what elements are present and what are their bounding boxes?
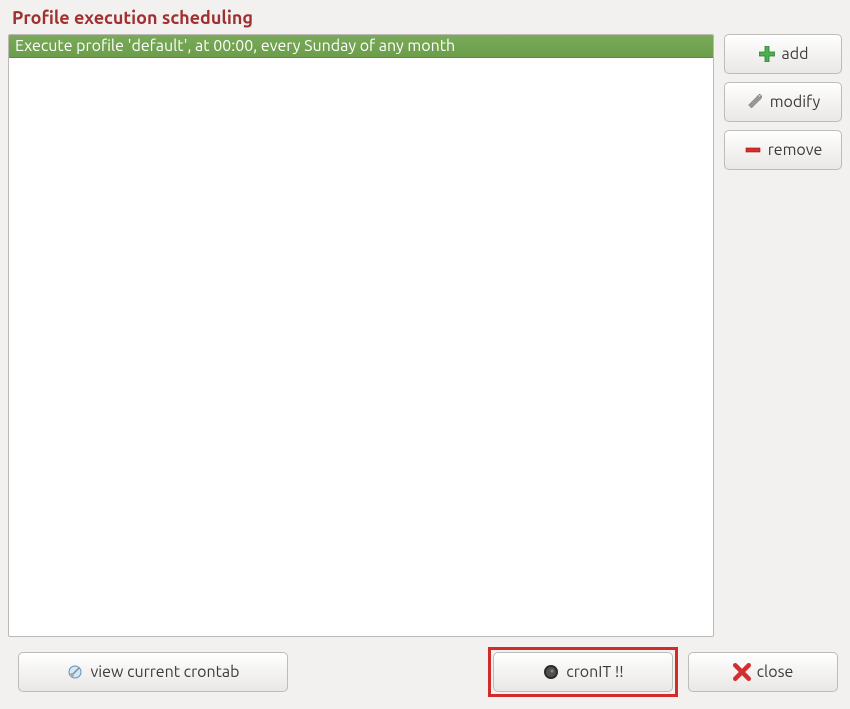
schedule-item-label: Execute profile 'default', at 00:00, eve… <box>15 37 455 55</box>
schedule-list[interactable]: Execute profile 'default', at 00:00, eve… <box>8 34 714 637</box>
dialog-title: Profile execution scheduling <box>8 0 842 34</box>
view-crontab-label: view current crontab <box>90 663 239 681</box>
close-button-label: close <box>757 663 794 681</box>
cronit-button[interactable]: cronIT !! <box>493 652 673 692</box>
crontab-icon <box>66 663 84 681</box>
view-crontab-button[interactable]: view current crontab <box>18 652 288 692</box>
add-icon <box>758 45 776 63</box>
remove-button-label: remove <box>768 141 823 159</box>
remove-button[interactable]: remove <box>724 130 842 170</box>
side-buttons: add modify remove <box>724 34 842 637</box>
modify-button-label: modify <box>770 93 821 111</box>
scheduling-dialog: Profile execution scheduling Execute pro… <box>0 0 850 709</box>
highlighted-cronit: cronIT !! <box>488 647 678 697</box>
add-button-label: add <box>782 45 809 63</box>
add-button[interactable]: add <box>724 34 842 74</box>
content-row: Execute profile 'default', at 00:00, eve… <box>8 34 842 637</box>
modify-button[interactable]: modify <box>724 82 842 122</box>
close-button[interactable]: close <box>688 652 838 692</box>
cronit-button-label: cronIT !! <box>566 663 623 681</box>
remove-icon <box>744 141 762 159</box>
clock-icon <box>542 663 560 681</box>
schedule-list-item[interactable]: Execute profile 'default', at 00:00, eve… <box>9 35 713 58</box>
close-icon <box>733 663 751 681</box>
wrench-icon <box>746 93 764 111</box>
dialog-footer: view current crontab cronIT !! <box>8 637 842 709</box>
